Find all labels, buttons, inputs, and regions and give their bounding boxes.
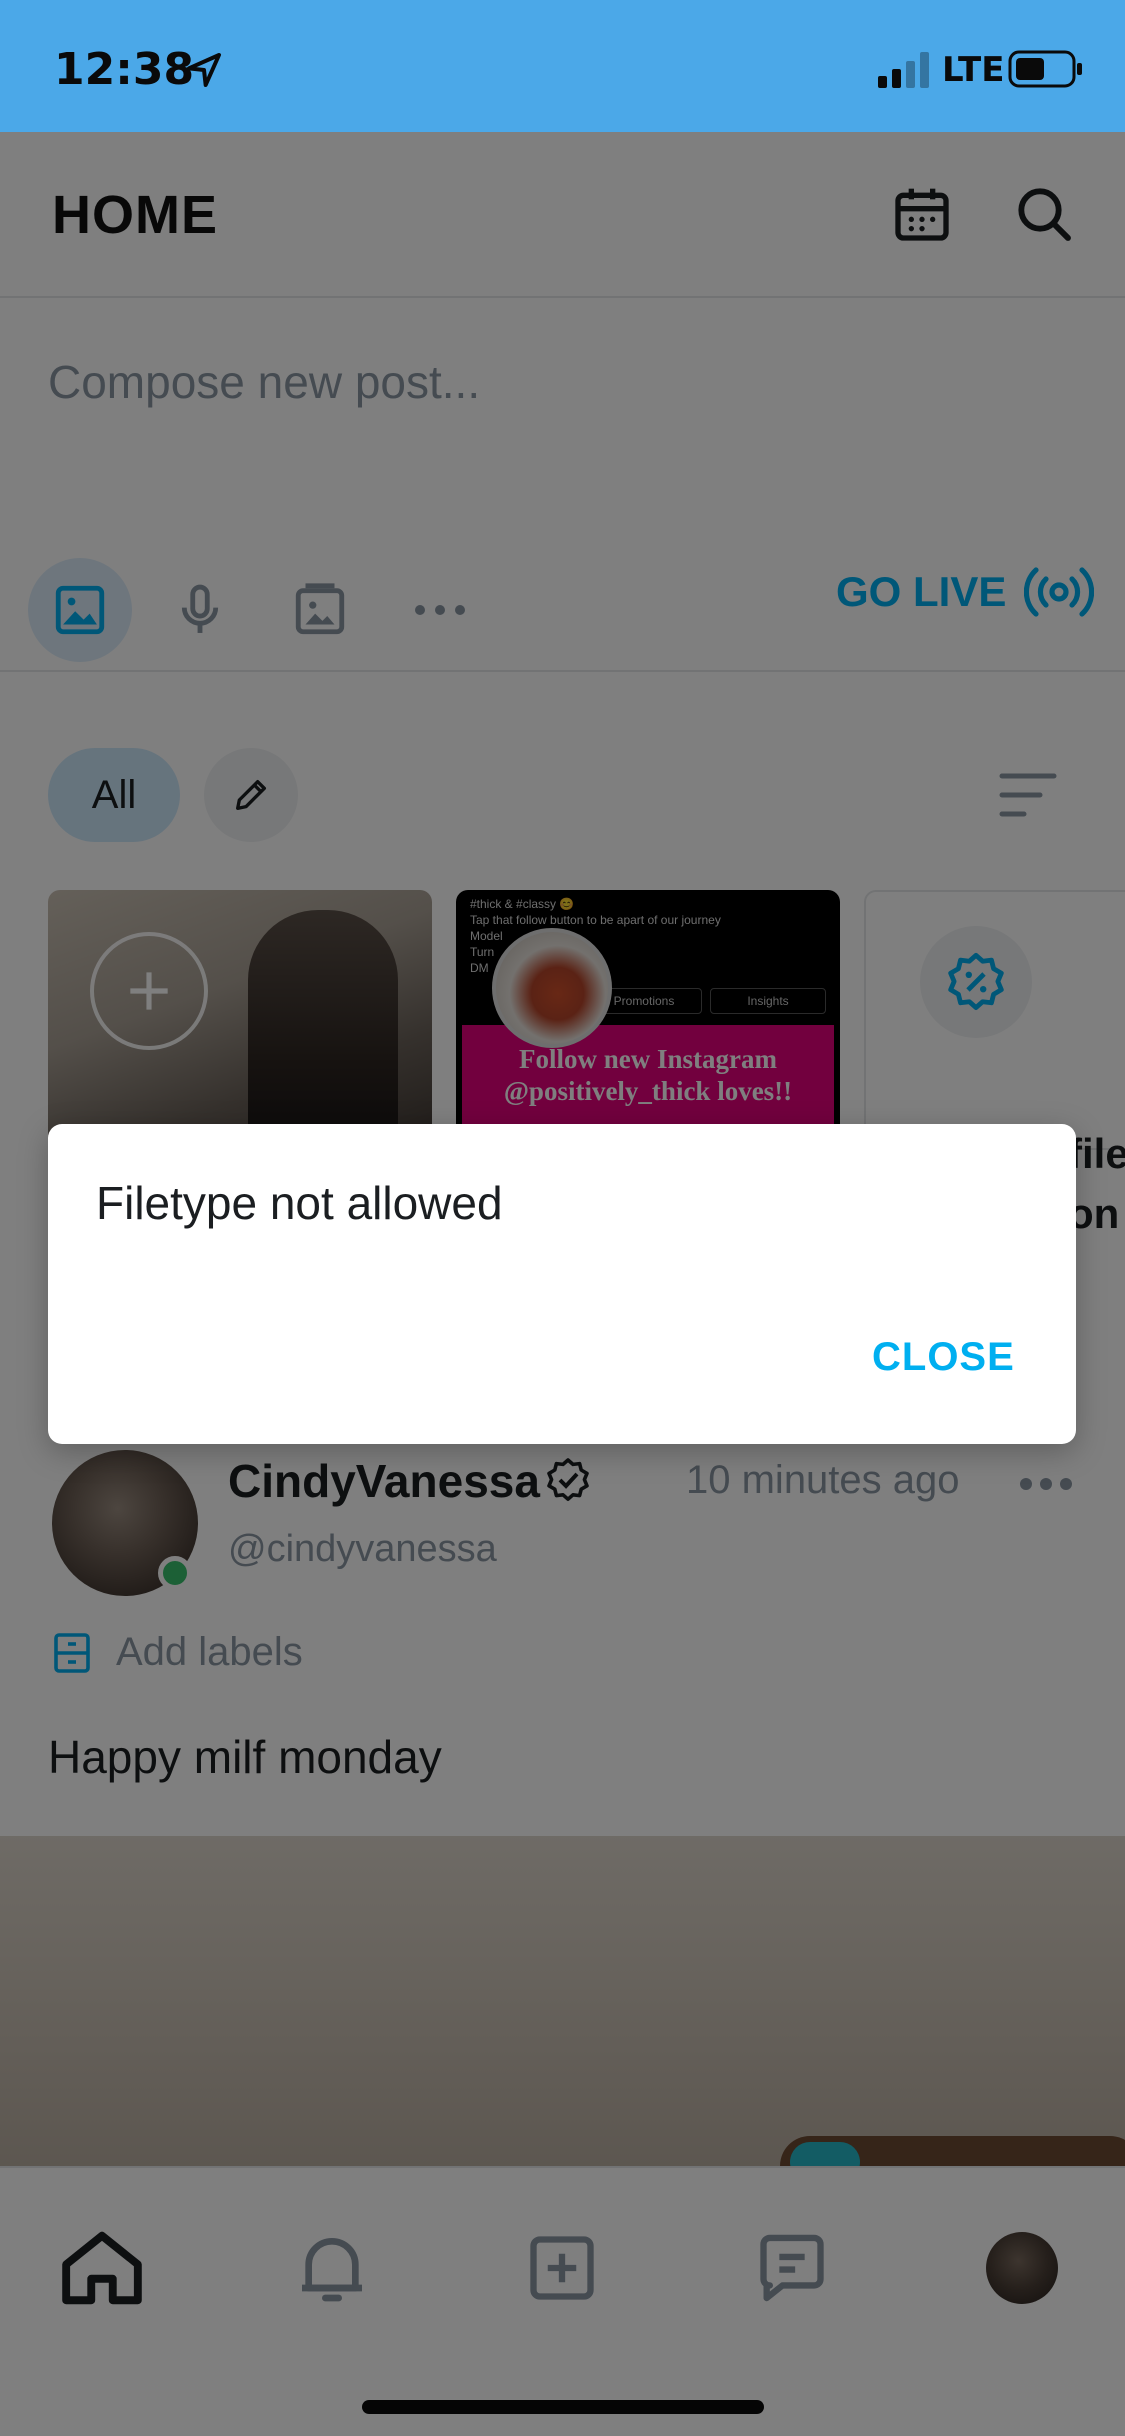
error-dialog: Filetype not allowed CLOSE bbox=[48, 1124, 1076, 1444]
status-time: 12:38 bbox=[54, 44, 195, 95]
close-button[interactable]: CLOSE bbox=[852, 1322, 1035, 1392]
network-label: LTE bbox=[942, 50, 1005, 90]
signal-icon bbox=[878, 52, 929, 88]
status-bar: 12:38 LTE bbox=[0, 0, 1125, 132]
dialog-message: Filetype not allowed bbox=[96, 1177, 503, 1229]
battery-icon bbox=[1008, 50, 1082, 88]
location-arrow-icon bbox=[187, 53, 221, 87]
